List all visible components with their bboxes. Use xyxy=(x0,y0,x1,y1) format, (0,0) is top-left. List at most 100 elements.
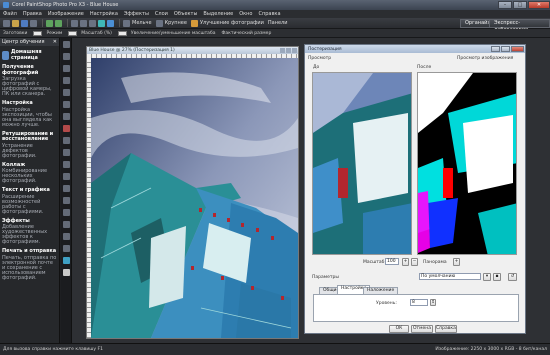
levels-input[interactable]: 8 xyxy=(410,299,428,306)
enhance-icon[interactable] xyxy=(190,19,198,27)
after-preview[interactable] xyxy=(417,72,517,255)
preview-toggle-label[interactable]: Просмотр xyxy=(308,56,331,61)
zoom-tool-icon[interactable] xyxy=(63,53,70,60)
straighten-tool-icon[interactable] xyxy=(63,113,70,120)
menu-layers[interactable]: Слои xyxy=(155,11,168,17)
menu-help[interactable]: Справка xyxy=(258,11,280,17)
pick-tool-icon[interactable] xyxy=(63,65,70,72)
dialog-close-button[interactable] xyxy=(511,46,524,52)
zoom-out-icon[interactable] xyxy=(123,19,130,27)
image-maximize-button[interactable] xyxy=(286,48,291,53)
menu-selections[interactable]: Выделение xyxy=(203,11,233,17)
menu-effects[interactable]: Эффекты xyxy=(124,11,149,17)
section-collage[interactable]: Коллаж Комбинирование нескольких фотогра… xyxy=(2,162,57,185)
zoom-out-button[interactable]: Мельче xyxy=(132,20,152,26)
mode-dropdown[interactable] xyxy=(68,30,78,36)
eraser-tool-icon[interactable] xyxy=(63,173,70,180)
image-minimize-button[interactable] xyxy=(280,48,285,53)
text-tool-icon[interactable] xyxy=(63,209,70,216)
zoom-in-button[interactable]: Крупнее xyxy=(165,20,187,26)
home-link[interactable]: Домашняя страница xyxy=(2,49,57,61)
preset-dropdown-icon[interactable]: ▾ xyxy=(483,273,491,281)
close-button[interactable]: ✕ xyxy=(528,1,550,9)
status-image-info: Изображение: 2250 x 3000 x RGB - 8 бит/к… xyxy=(435,347,547,352)
cut-icon[interactable] xyxy=(71,19,78,27)
zoom-out-dialog-icon[interactable]: − xyxy=(411,258,418,266)
fill-tool-icon[interactable] xyxy=(63,197,70,204)
zoom-in-icon[interactable] xyxy=(155,19,163,27)
warp-tool-icon[interactable] xyxy=(63,245,70,252)
home-icon xyxy=(2,50,9,60)
save-preset-icon[interactable]: ▪ xyxy=(493,273,501,281)
crop-icon[interactable] xyxy=(98,19,105,27)
menu-file[interactable]: Файл xyxy=(3,11,17,17)
makeover-tool-icon[interactable] xyxy=(63,137,70,144)
zoom-input[interactable]: 100 xyxy=(385,258,399,265)
dialog-maximize-button[interactable] xyxy=(501,46,510,52)
section-retouch[interactable]: Ретуширование и восстановление Устранени… xyxy=(2,131,57,159)
redo-icon[interactable] xyxy=(55,19,62,27)
image-window-titlebar[interactable]: Blue House @ 27% (Постеризация 1) xyxy=(87,47,298,54)
save-icon[interactable] xyxy=(21,19,28,27)
preset-select[interactable]: По умолчанию xyxy=(419,273,481,280)
paste-icon[interactable] xyxy=(89,19,96,27)
selection-tool-icon[interactable] xyxy=(63,77,70,84)
help-button[interactable]: Справка xyxy=(435,325,457,333)
resize-icon[interactable] xyxy=(107,19,114,27)
tools-toolbar xyxy=(61,38,72,343)
levels-spinner[interactable]: ⇕ xyxy=(430,299,436,306)
colors-icon[interactable] xyxy=(63,269,70,276)
preset-dropdown[interactable] xyxy=(33,30,43,36)
section-text-graphics[interactable]: Текст и графика Расширение возможностей … xyxy=(2,187,57,215)
ok-button[interactable]: ОК xyxy=(389,325,409,333)
preset-label: Заготовки xyxy=(3,30,28,36)
panels-menu[interactable]: Панели xyxy=(268,20,288,26)
menu-adjust[interactable]: Настройка xyxy=(90,11,118,17)
zoom-in-dialog-icon[interactable]: + xyxy=(402,258,409,266)
clone-tool-icon[interactable] xyxy=(63,149,70,156)
brush-tool-icon[interactable] xyxy=(63,161,70,168)
materials-icon[interactable] xyxy=(63,257,70,264)
before-preview[interactable] xyxy=(312,72,412,255)
reset-icon[interactable]: ↺ xyxy=(508,273,517,281)
crop-tool-icon[interactable] xyxy=(63,101,70,108)
photo-canvas[interactable] xyxy=(91,58,298,338)
new-icon[interactable] xyxy=(3,19,10,27)
main-toolbar: Мельче Крупнее Улучшение фотографии Пане… xyxy=(0,18,550,33)
section-adjust[interactable]: Настройка Настройка экспозиции, чтобы он… xyxy=(2,100,57,128)
open-icon[interactable] xyxy=(12,19,19,27)
menu-window[interactable]: Окно xyxy=(239,11,252,17)
zoom-percent-input[interactable] xyxy=(117,30,127,36)
section-print-share[interactable]: Печать и отправка Печать, отправка по эл… xyxy=(2,248,57,281)
red-eye-tool-icon[interactable] xyxy=(63,125,70,132)
minimize-button[interactable]: – xyxy=(498,1,512,9)
print-icon[interactable] xyxy=(30,19,37,27)
image-window[interactable]: Blue House @ 27% (Постеризация 1) xyxy=(86,46,299,339)
menu-edit[interactable]: Правка xyxy=(23,11,42,17)
menu-objects[interactable]: Объекты xyxy=(174,11,198,17)
undo-icon[interactable] xyxy=(46,19,53,27)
image-close-button[interactable] xyxy=(292,48,297,53)
shape-tool-icon[interactable] xyxy=(63,221,70,228)
menu-image[interactable]: Изображение xyxy=(48,11,84,17)
dropper-tool-icon[interactable] xyxy=(63,89,70,96)
section-get-photos[interactable]: Получение фотографий Загрузка фотографий… xyxy=(2,64,57,97)
section-effects[interactable]: Эффекты Добавление художественных эффект… xyxy=(2,218,57,246)
pan-tool-icon[interactable] xyxy=(63,41,70,48)
dodge-tool-icon[interactable] xyxy=(63,185,70,192)
cancel-button[interactable]: Отмена xyxy=(411,325,433,333)
dialog-titlebar[interactable]: Постеризация xyxy=(305,45,525,53)
zoom-label: Масштаб xyxy=(363,260,385,265)
pen-tool-icon[interactable] xyxy=(63,233,70,240)
navigate-icon[interactable]: + xyxy=(453,258,460,266)
close-panel-icon[interactable]: ✕ xyxy=(53,38,57,46)
enhance-photo-menu[interactable]: Улучшение фотографии xyxy=(200,20,264,26)
zoom-percent-label: Масштаб (%) xyxy=(81,30,112,36)
maximize-button[interactable]: □ xyxy=(513,1,527,9)
tab-overlay[interactable]: Наложение xyxy=(363,287,399,294)
preview-on-image-checkbox[interactable]: Просмотр изображения xyxy=(457,56,513,61)
dialog-minimize-button[interactable] xyxy=(491,46,500,52)
image-window-title: Blue House @ 27% (Постеризация 1) xyxy=(89,48,175,53)
copy-icon[interactable] xyxy=(80,19,87,27)
express-lab-button[interactable]: Экспресс-лаборатория xyxy=(489,19,550,33)
